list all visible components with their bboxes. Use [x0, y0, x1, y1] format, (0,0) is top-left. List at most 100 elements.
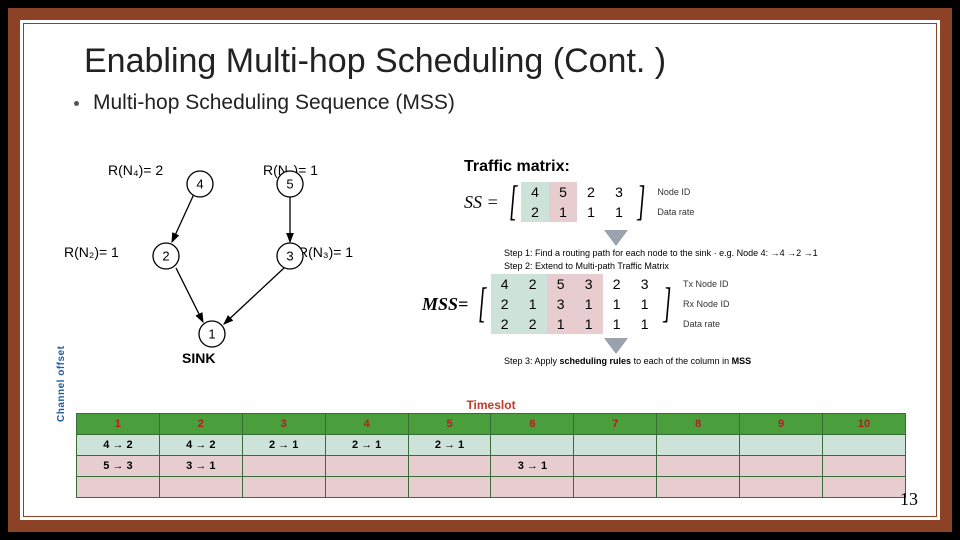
graph-svg: 4 5 2 3 1 [108, 164, 428, 374]
timeslot-cell [657, 435, 740, 456]
timeslot-cell [491, 435, 574, 456]
node-3: 3 [286, 248, 293, 263]
timeslot-cell [823, 456, 906, 477]
ss-cell: 2 [577, 182, 605, 202]
timeslot-header: 10 [823, 414, 906, 435]
slide-title: Enabling Multi-hop Scheduling (Cont. ) [84, 42, 936, 81]
timeslot-cell [408, 456, 491, 477]
node-5: 5 [286, 176, 293, 191]
mss-cell: 4 [491, 274, 519, 294]
ss-equation: SS = [ 4 5 2 3 2 1 1 1 [464, 178, 894, 226]
traffic-matrix-title: Traffic matrix: [464, 158, 894, 176]
timeslot-cell [325, 456, 408, 477]
bullet-icon [74, 101, 79, 106]
timeslot-cell [823, 477, 906, 498]
mss-cell: 1 [575, 294, 603, 314]
side-label: Node ID [657, 182, 694, 202]
mss-var: MSS= [422, 294, 468, 315]
mss-cell: 1 [603, 314, 631, 334]
timeslot-cell [491, 477, 574, 498]
bracket-icon: ] [637, 178, 645, 226]
side-label: Data rate [683, 314, 730, 334]
timeslot-cell: 4 → 2 [77, 435, 160, 456]
mss-cell: 2 [491, 314, 519, 334]
table-row [77, 477, 906, 498]
timeslot-cell [657, 477, 740, 498]
timeslot-cell [242, 477, 325, 498]
timeslot-cell: 2 → 1 [242, 435, 325, 456]
node-1: 1 [208, 326, 215, 341]
timeslot-header: 6 [491, 414, 574, 435]
timeslot-cell: 3 → 1 [491, 456, 574, 477]
timeslot-cell: 4 → 2 [159, 435, 242, 456]
timeslot-header: 7 [574, 414, 657, 435]
arrow-down-icon [604, 230, 628, 246]
ss-cell: 3 [605, 182, 633, 202]
ss-matrix: 4 5 2 3 2 1 1 1 [521, 182, 633, 222]
table-row: 4 → 24 → 22 → 12 → 12 → 1 [77, 435, 906, 456]
channel-offset-label: Channel offset [56, 346, 67, 422]
bullet-item: Multi-hop Scheduling Sequence (MSS) [74, 91, 936, 115]
ss-side-labels: Node ID Data rate [657, 182, 694, 222]
table-row: 5 → 33 → 13 → 1 [77, 456, 906, 477]
mss-cell: 5 [547, 274, 575, 294]
mss-cell: 2 [603, 274, 631, 294]
mss-cell: 2 [491, 294, 519, 314]
ss-cell: 5 [549, 182, 577, 202]
timeslot-table-wrap: Channel offset Timeslot 12345678910 4 → … [76, 398, 906, 498]
mss-cell: 1 [547, 314, 575, 334]
timeslot-cell: 5 → 3 [77, 456, 160, 477]
timeslot-cell [325, 477, 408, 498]
mss-cell: 3 [547, 294, 575, 314]
traffic-matrix-block: Traffic matrix: SS = [ 4 5 2 3 2 1 [464, 158, 894, 369]
timeslot-cell: 2 → 1 [408, 435, 491, 456]
bracket-icon: [ [478, 280, 486, 328]
timeslot-cell: 3 → 1 [159, 456, 242, 477]
side-label: Tx Node ID [683, 274, 730, 294]
node-2: 2 [162, 248, 169, 263]
ss-cell: 1 [577, 202, 605, 222]
bullet-text: Multi-hop Scheduling Sequence (MSS) [93, 91, 455, 115]
timeslot-header-row: 12345678910 [77, 414, 906, 435]
timeslot-header: 8 [657, 414, 740, 435]
bracket-icon: ] [663, 280, 671, 328]
ss-var: SS = [464, 192, 499, 213]
routing-graph: R(N₄)= 2 R(N₅)= 1 R(N₂)= 1 R(N₃)= 1 SINK [108, 164, 428, 374]
ss-cell: 2 [521, 202, 549, 222]
side-label: Data rate [657, 202, 694, 222]
mss-cell: 3 [631, 274, 659, 294]
mss-cell: 3 [575, 274, 603, 294]
mss-cell: 1 [575, 314, 603, 334]
timeslot-title: Timeslot [76, 398, 906, 412]
slide-inner-border: Enabling Multi-hop Scheduling (Cont. ) M… [23, 23, 937, 517]
mss-matrix: 425323213111221111 [491, 274, 659, 334]
timeslot-cell [159, 477, 242, 498]
timeslot-header: 2 [159, 414, 242, 435]
timeslot-cell [574, 456, 657, 477]
timeslot-cell [242, 456, 325, 477]
timeslot-header: 4 [325, 414, 408, 435]
timeslot-cell: 2 → 1 [325, 435, 408, 456]
timeslot-header: 9 [740, 414, 823, 435]
timeslot-cell [77, 477, 160, 498]
timeslot-cell [740, 477, 823, 498]
timeslot-header: 3 [242, 414, 325, 435]
mss-cell: 1 [603, 294, 631, 314]
step2-text: Step 2: Extend to Multi-path Traffic Mat… [504, 261, 864, 272]
mss-equation: MSS= [ 425323213111221111 ] Tx Node ID R… [422, 274, 894, 334]
mss-cell: 1 [519, 294, 547, 314]
ss-cell: 4 [521, 182, 549, 202]
mss-cell: 2 [519, 274, 547, 294]
timeslot-cell [740, 456, 823, 477]
timeslot-header: 5 [408, 414, 491, 435]
mss-cell: 2 [519, 314, 547, 334]
ss-cell: 1 [605, 202, 633, 222]
step1-text: Step 1: Find a routing path for each nod… [504, 248, 864, 259]
slide: Enabling Multi-hop Scheduling (Cont. ) M… [8, 8, 952, 532]
mss-side-labels: Tx Node ID Rx Node ID Data rate [683, 274, 730, 334]
timeslot-header: 1 [77, 414, 160, 435]
node-4: 4 [196, 176, 203, 191]
step3-text: Step 3: Apply scheduling rules to each o… [504, 356, 864, 367]
timeslot-cell [657, 456, 740, 477]
mss-cell: 1 [631, 314, 659, 334]
